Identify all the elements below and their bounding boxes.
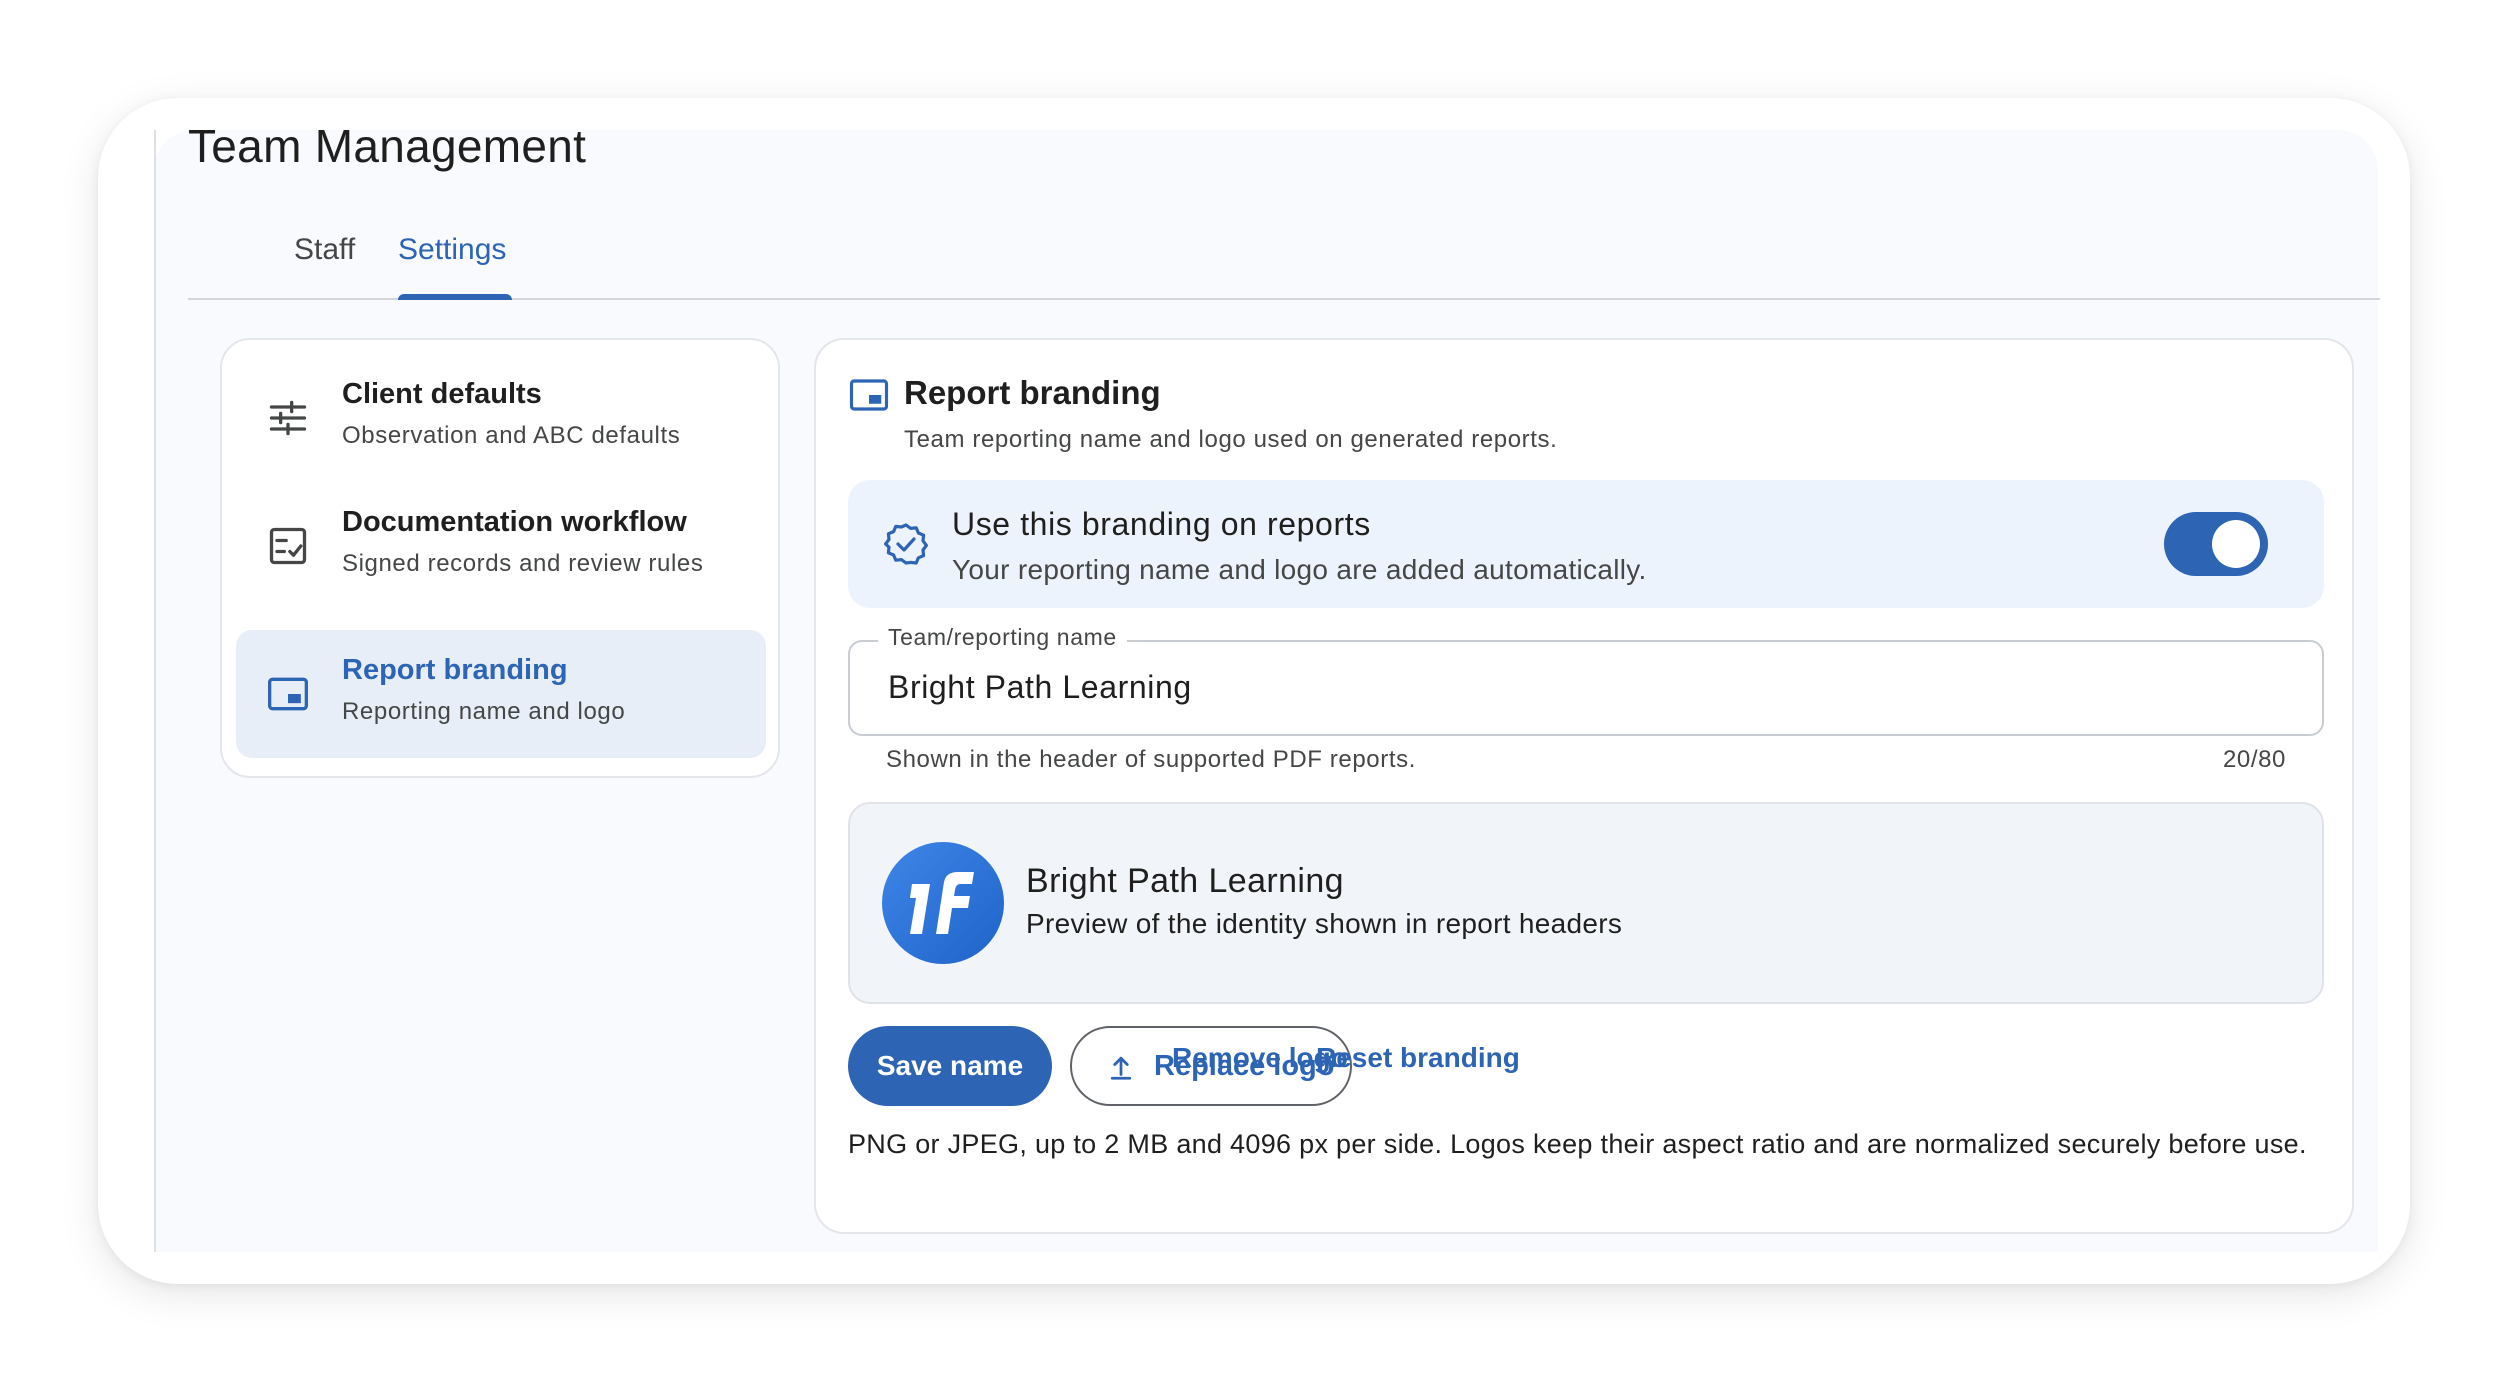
team-name-input[interactable] [888,664,2268,710]
verified-badge-icon [882,520,930,568]
logo-requirements-note: PNG or JPEG, up to 2 MB and 4096 px per … [848,1129,2307,1159]
settings-nav: Client defaults Observation and ABC defa… [220,338,780,778]
field-label: Team/reporting name [878,624,1127,651]
field-helper-text: Shown in the header of supported PDF rep… [886,746,1416,773]
switch-knob [2212,520,2260,568]
save-name-button[interactable]: Save name [848,1026,1052,1106]
toggle-title: Use this branding on reports [952,506,1371,542]
nav-item-title: Report branding [342,654,568,686]
team-name-field: Team/reporting name [848,624,2324,736]
tab-settings[interactable]: Settings [398,228,506,298]
tab-active-indicator [398,294,512,300]
nav-item-title: Documentation workflow [342,506,687,538]
picture-in-picture-icon [266,672,310,716]
nav-item-title: Client defaults [342,378,542,410]
toggle-subtitle: Your reporting name and logo are added a… [952,554,1647,585]
branding-toggle-panel: Use this branding on reports Your report… [848,480,2324,608]
nav-item-subtitle: Signed records and review rules [342,550,704,577]
report-branding-card: Report branding Team reporting name and … [814,338,2354,1234]
nav-item-client-defaults[interactable]: Client defaults Observation and ABC defa… [236,354,766,482]
tab-staff[interactable]: Staff [294,228,355,298]
section-subtitle: Team reporting name and logo used on gen… [904,426,1558,453]
side-divider [154,130,156,1252]
nav-item-subtitle: Observation and ABC defaults [342,422,681,449]
nav-item-subtitle: Reporting name and logo [342,698,626,725]
branding-toggle-switch[interactable] [2164,512,2268,576]
nav-item-report-branding[interactable]: Report branding Reporting name and logo [236,630,766,758]
team-logo-icon [882,842,1004,964]
preview-team-name: Bright Path Learning [1026,862,1344,900]
checklist-icon [266,524,310,568]
reset-branding-button[interactable]: Reset branding [1316,1026,1520,1090]
preview-caption: Preview of the identity shown in report … [1026,908,1623,939]
upload-icon [1106,1052,1136,1082]
character-counter: 20/80 [2222,746,2286,773]
nav-item-documentation-workflow[interactable]: Documentation workflow Signed records an… [236,482,766,610]
sliders-icon [266,396,310,440]
tab-bar: Staff Settings [188,220,2380,300]
picture-in-picture-icon [848,374,890,416]
branding-preview: Bright Path Learning Preview of the iden… [848,802,2324,1004]
page-title: Team Management [188,120,587,172]
section-title: Report branding [904,374,1161,411]
